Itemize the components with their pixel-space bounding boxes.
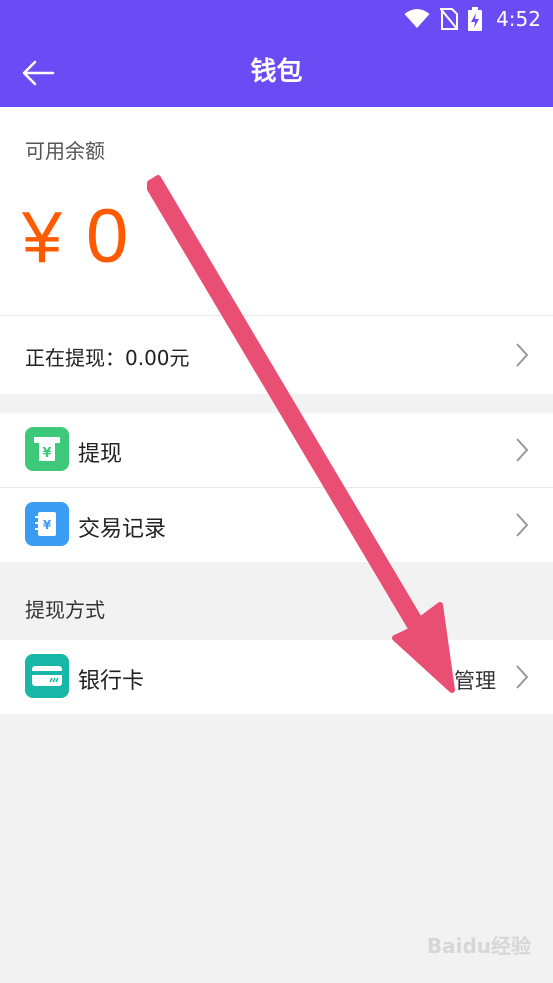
status-icons: 4:52 <box>404 6 541 32</box>
wifi-icon <box>404 9 430 28</box>
menu-label-transactions: 交易记录 <box>78 517 167 542</box>
bank-card-icon <box>25 654 69 698</box>
watermark: Baidu经验 <box>426 934 531 958</box>
balance-amount: ¥0 <box>22 199 128 275</box>
status-time: 4:52 <box>496 7 541 31</box>
battery-charging-icon <box>468 7 483 31</box>
bank-card-label: 银行卡 <box>78 669 145 694</box>
chevron-right-icon <box>516 513 529 537</box>
menu-label-withdraw: 提现 <box>78 442 123 467</box>
section-title-withdraw-methods: 提现方式 <box>25 598 105 622</box>
balance-label: 可用余额 <box>25 139 105 163</box>
manage-link[interactable]: 管理 <box>454 665 496 695</box>
chevron-right-icon <box>516 343 529 367</box>
svg-text:¥: ¥ <box>42 446 51 461</box>
title-bar: 钱包 <box>0 38 553 107</box>
balance-value: 0 <box>86 194 129 279</box>
currency-symbol: ¥ <box>22 198 63 278</box>
withdraw-icon: ¥ <box>25 427 69 471</box>
no-sim-icon <box>440 8 459 30</box>
transactions-icon: ¥ <box>25 502 69 546</box>
menu-item-transactions[interactable]: ¥ 交易记录 <box>0 488 553 562</box>
chevron-right-icon <box>516 665 529 689</box>
withdrawing-text: 正在提现：0.00元 <box>25 346 190 370</box>
status-bar: 4:52 <box>0 0 553 38</box>
menu-item-withdraw[interactable]: ¥ 提现 <box>0 413 553 487</box>
chevron-right-icon <box>516 438 529 462</box>
svg-text:¥: ¥ <box>43 518 52 532</box>
withdrawing-row[interactable]: 正在提现：0.00元 <box>0 316 553 394</box>
page-title: 钱包 <box>250 57 303 87</box>
bank-card-row[interactable]: 银行卡 管理 <box>0 640 553 714</box>
